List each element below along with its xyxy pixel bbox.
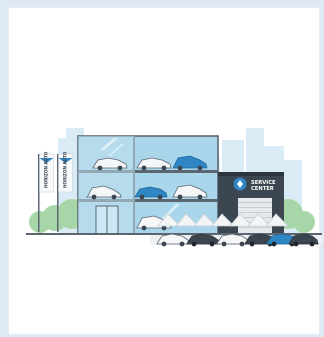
service-sign-line2: CENTER	[251, 186, 274, 192]
dealership-illustration: HORIZON AUTO HORIZON AUTO SERVICE CENTER	[26, 128, 322, 247]
flag-right-text: HORIZON AUTO	[63, 151, 68, 188]
flag-left-text: HORIZON AUTO	[44, 151, 49, 188]
